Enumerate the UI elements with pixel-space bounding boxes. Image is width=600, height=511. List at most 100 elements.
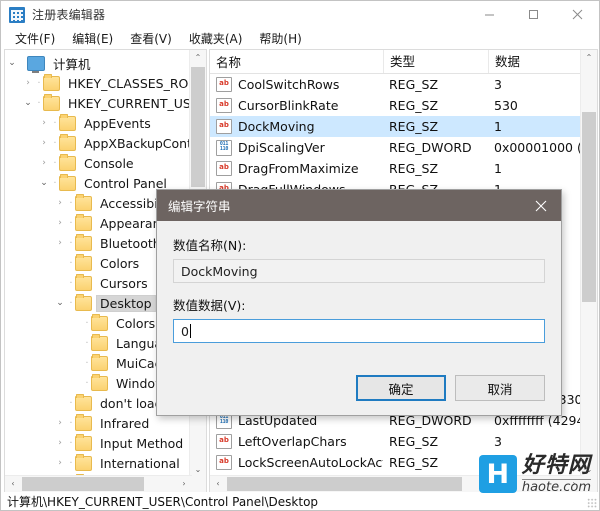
value-name-input[interactable]: DockMoving	[173, 259, 545, 283]
tree-connector: ·	[69, 277, 73, 289]
tree-connector: ·	[69, 437, 73, 449]
tree-connector: ·	[69, 417, 73, 429]
tree-scroll-corner	[190, 476, 206, 492]
chevron-right-icon[interactable]: ›	[53, 218, 67, 228]
values-scroll-thumb[interactable]	[582, 112, 596, 302]
chevron-right-icon[interactable]: ›	[53, 438, 67, 448]
menu-help[interactable]: 帮助(H)	[251, 28, 310, 49]
value-name: CursorBlinkRate	[238, 98, 339, 113]
tree-scroll-thumb[interactable]	[191, 67, 205, 187]
edit-string-dialog: 编辑字符串 数值名称(N): DockMoving 数值数据(V): 0 确定 …	[156, 189, 562, 416]
value-data-input[interactable]: 0	[173, 319, 545, 343]
cell-name: ab DragFromMaximize	[210, 161, 383, 176]
resize-grip[interactable]	[587, 498, 597, 508]
values-scroll-right-icon[interactable]: ›	[566, 476, 582, 492]
tree-node[interactable]: ⌄· HKEY_CURRENT_USER	[5, 93, 191, 113]
values-vertical-scrollbar[interactable]: ⌃ ⌄	[580, 50, 597, 478]
tree-node[interactable]: › · Input Method	[5, 433, 191, 453]
values-horizontal-scrollbar[interactable]: ‹ ›	[210, 475, 582, 492]
chevron-down-icon[interactable]: ⌄	[53, 298, 67, 308]
computer-icon	[27, 55, 45, 73]
tree-connector: ·	[69, 457, 73, 469]
chevron-down-icon[interactable]: ⌄	[5, 58, 19, 68]
table-row[interactable]: ab LeftOverlapChars REG_SZ 3	[210, 431, 582, 452]
values-scroll-up-icon[interactable]: ⌃	[581, 50, 597, 66]
value-data-label: 数值数据(V):	[173, 298, 246, 313]
tree-scroll-up-icon[interactable]: ⌃	[190, 50, 206, 66]
dialog-close-button[interactable]	[521, 190, 561, 221]
folder-icon	[59, 133, 76, 151]
chevron-right-icon[interactable]: ›	[53, 458, 67, 468]
column-header-name[interactable]: 名称	[210, 52, 383, 71]
folder-icon	[75, 293, 92, 311]
column-header-data[interactable]: 数据	[488, 50, 582, 73]
cell-data: 3	[494, 434, 502, 449]
table-row[interactable]: ab CoolSwitchRows REG_SZ 3	[210, 74, 582, 95]
values-hscroll-thumb[interactable]	[227, 477, 462, 491]
chevron-down-icon[interactable]: ⌄	[21, 98, 35, 108]
table-row[interactable]: ab DockMoving REG_SZ 1	[210, 116, 582, 137]
cell-data: 1	[494, 119, 502, 134]
tree-connector: ·	[69, 237, 73, 249]
status-path: 计算机\HKEY_CURRENT_USER\Control Panel\Desk…	[7, 494, 319, 509]
registry-editor-window: 注册表编辑器 文件(F) 编辑(E) 查看(V) 收藏夹(A) 帮助(H) ⌄ 计…	[0, 0, 600, 511]
string-value-icon: ab	[216, 119, 232, 134]
string-value-icon: ab	[216, 161, 232, 176]
table-row[interactable]: ab CursorBlinkRate REG_SZ 530	[210, 95, 582, 116]
tree-connector: ·	[85, 377, 89, 389]
cancel-button[interactable]: 取消	[455, 375, 545, 401]
menu-view[interactable]: 查看(V)	[122, 28, 181, 49]
value-name: DockMoving	[238, 119, 315, 134]
chevron-right-icon[interactable]: ›	[37, 138, 51, 148]
maximize-button[interactable]	[511, 1, 555, 28]
cell-data: 0x00001000 (4096)	[494, 140, 582, 155]
chevron-right-icon[interactable]: ›	[21, 78, 35, 88]
tree-connector: ·	[53, 177, 57, 189]
tree-node[interactable]: ›· HKEY_CLASSES_ROOT	[5, 73, 191, 93]
dialog-body: 数值名称(N): DockMoving 数值数据(V): 0	[157, 221, 561, 367]
cell-data: 3	[494, 77, 502, 92]
cell-data: 530	[494, 98, 518, 113]
tree-node-label: Console	[84, 155, 134, 171]
chevron-right-icon[interactable]: ›	[37, 118, 51, 128]
table-row[interactable]: 011110 DpiScalingVer REG_DWORD 0x00001000 (…	[210, 137, 582, 158]
cell-type: REG_SZ	[389, 434, 439, 449]
cell-type: REG_SZ	[389, 161, 439, 176]
tree-node-label: AppEvents	[84, 115, 151, 131]
table-row[interactable]: ab DragFromMaximize REG_SZ 1	[210, 158, 582, 179]
cell-name: ab LeftOverlapChars	[210, 434, 383, 449]
cell-name: ab CursorBlinkRate	[210, 98, 383, 113]
tree-hscroll-thumb[interactable]	[22, 477, 144, 491]
chevron-right-icon[interactable]: ›	[53, 198, 67, 208]
table-row[interactable]: ab LockScreenAutoLockActive REG_SZ 0	[210, 452, 582, 473]
minimize-button[interactable]	[467, 1, 511, 28]
folder-icon	[75, 193, 92, 211]
value-name-text: DockMoving	[181, 263, 258, 279]
folder-icon	[75, 413, 92, 431]
dialog-title-bar: 编辑字符串	[157, 190, 561, 221]
folder-icon	[75, 233, 92, 251]
folder-icon	[91, 353, 108, 371]
tree-node[interactable]: › · AppEvents	[5, 113, 191, 133]
tree-node-label: Colors	[100, 255, 140, 271]
chevron-right-icon[interactable]: ›	[37, 158, 51, 168]
chevron-down-icon[interactable]: ⌄	[37, 178, 51, 188]
tree-node[interactable]: ⌄ 计算机	[5, 53, 191, 73]
chevron-right-icon[interactable]: ›	[53, 238, 67, 248]
column-header-type[interactable]: 类型	[383, 50, 488, 73]
menu-file[interactable]: 文件(F)	[7, 28, 64, 49]
tree-node[interactable]: › · International	[5, 453, 191, 473]
values-scroll-left-icon[interactable]: ‹	[210, 476, 226, 492]
tree-horizontal-scrollbar[interactable]: ‹ ›	[5, 475, 192, 492]
menu-favorites[interactable]: 收藏夹(A)	[181, 28, 252, 49]
ok-button[interactable]: 确定	[356, 375, 446, 401]
close-button[interactable]	[555, 1, 599, 28]
tree-node[interactable]: › · Console	[5, 153, 191, 173]
tree-node[interactable]: › · Infrared	[5, 413, 191, 433]
chevron-right-icon[interactable]: ›	[53, 418, 67, 428]
menu-edit[interactable]: 编辑(E)	[64, 28, 122, 49]
tree-scroll-left-icon[interactable]: ‹	[5, 476, 21, 492]
value-name-label: 数值名称(N):	[173, 238, 247, 253]
tree-connector: ·	[69, 197, 73, 209]
tree-node[interactable]: ›· AppXBackupConter	[5, 133, 191, 153]
